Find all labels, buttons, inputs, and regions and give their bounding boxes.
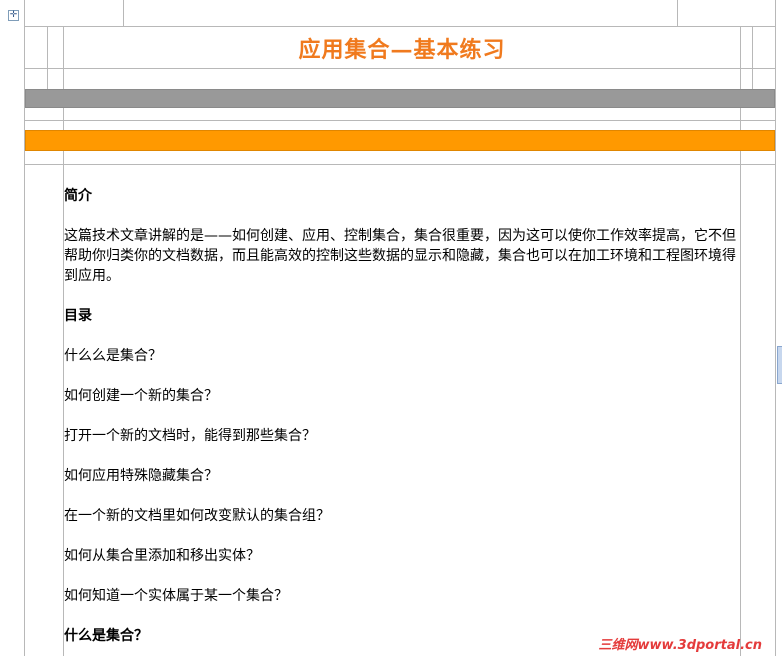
orange-divider-band xyxy=(25,130,775,151)
table-row-line-1 xyxy=(24,26,776,27)
toc-item[interactable]: 什么么是集合？ xyxy=(64,346,740,366)
table-row-line-3 xyxy=(24,120,776,121)
table-border-inner-right xyxy=(752,26,753,89)
toc-heading: 目录 xyxy=(64,308,92,324)
page-title: 应用集合—基本练习 xyxy=(298,37,506,63)
article-body: 简介 这篇技术文章讲解的是——如何创建、应用、控制集合，集合很重要，因为这可以使… xyxy=(64,186,740,646)
toc-item[interactable]: 如何创建一个新的集合？ xyxy=(64,386,740,406)
toc-item[interactable]: 如何应用特殊隐藏集合？ xyxy=(64,466,740,486)
toc-item[interactable]: 如何从集合里添加和移出实体？ xyxy=(64,546,740,566)
toc-item[interactable]: 打开一个新的文档时，能得到那些集合？ xyxy=(64,426,740,446)
table-border-top-col-right xyxy=(677,0,678,26)
watermark: 三维网www.3dportal.cn xyxy=(598,638,762,653)
table-row-line-2 xyxy=(24,68,776,69)
toc-item[interactable]: 在一个新的文档里如何改变默认的集合组？ xyxy=(64,506,740,526)
side-panel-tab[interactable] xyxy=(777,346,782,384)
gray-divider-band xyxy=(25,89,775,108)
move-cross-icon[interactable]: ✛ xyxy=(8,10,19,21)
table-border-top-col xyxy=(123,0,124,26)
toc-item[interactable]: 如何知道一个实体属于某一个集合？ xyxy=(64,586,740,606)
intro-paragraph: 这篇技术文章讲解的是——如何创建、应用、控制集合，集合很重要，因为这可以使你工作… xyxy=(64,228,736,284)
intro-heading: 简介 xyxy=(64,188,92,204)
table-border-right xyxy=(775,0,776,656)
table-row-line-4 xyxy=(24,164,776,165)
table-border-inner-left xyxy=(47,26,48,89)
